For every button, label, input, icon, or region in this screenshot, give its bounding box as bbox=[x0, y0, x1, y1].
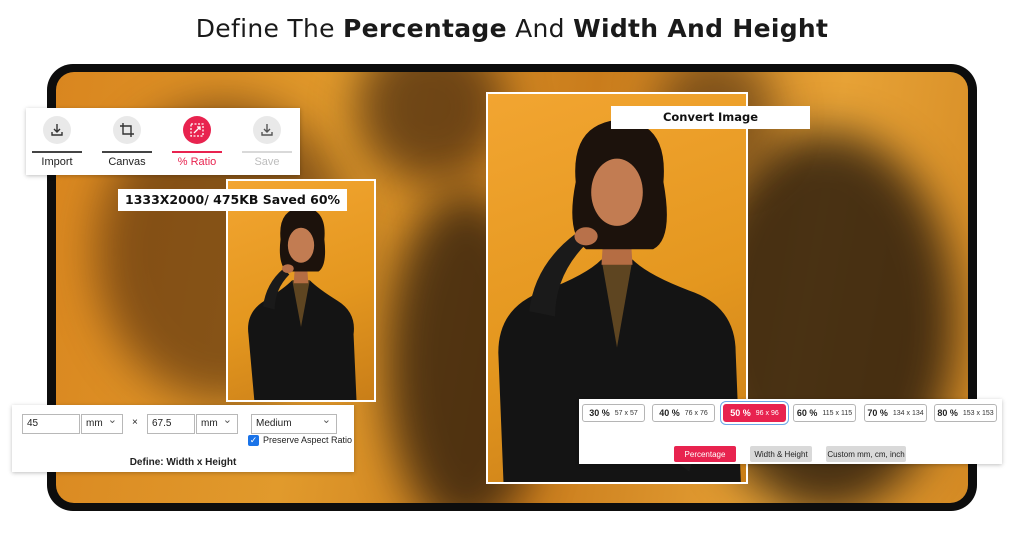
crop-icon bbox=[113, 116, 141, 144]
ratio-size: 76 x 76 bbox=[684, 409, 708, 417]
title-emphasis-width-height: Width And Height bbox=[573, 14, 829, 43]
ratio-size: 153 x 153 bbox=[962, 409, 994, 417]
height-unit-select[interactable]: mm bbox=[196, 413, 238, 434]
preserve-aspect-label: Preserve Aspect Ratio bbox=[263, 435, 353, 445]
ratio-option-70[interactable]: 70 % 134 x 134 bbox=[864, 404, 927, 422]
page-title: Define The Percentage And Width And Heig… bbox=[0, 14, 1024, 43]
preview-info-label: 1333X2000/ 475KB Saved 60% bbox=[118, 189, 348, 211]
width-unit-value: mm bbox=[86, 418, 103, 429]
ratio-option-40[interactable]: 40 % 76 x 76 bbox=[652, 404, 715, 422]
quality-select[interactable]: Medium bbox=[251, 413, 337, 434]
ratio-size: 96 x 96 bbox=[755, 409, 779, 417]
editor-toolbar: Import Canvas % Ratio Save bbox=[26, 108, 300, 175]
ratio-panel: 30 % 57 x 57 40 % 76 x 76 50 % 96 x 96 60 %… bbox=[579, 399, 1002, 464]
custom-units-mode-button[interactable]: Custom mm, cm, inch bbox=[826, 446, 906, 462]
ratio-tool-button[interactable]: % Ratio bbox=[172, 114, 222, 172]
height-unit-value: mm bbox=[201, 418, 218, 429]
save-tool-button[interactable]: Save bbox=[242, 114, 292, 172]
import-icon bbox=[43, 116, 71, 144]
ratio-size: 115 x 115 bbox=[822, 409, 853, 417]
ratio-option-60[interactable]: 60 % 115 x 115 bbox=[793, 404, 856, 422]
canvas-tool-button[interactable]: Canvas bbox=[102, 114, 152, 172]
ratio-label: % Ratio bbox=[172, 151, 222, 168]
import-tool-button[interactable]: Import bbox=[32, 114, 82, 172]
preview-image[interactable] bbox=[226, 179, 376, 402]
download-icon bbox=[253, 116, 281, 144]
resize-icon bbox=[183, 116, 211, 144]
save-label: Save bbox=[242, 151, 292, 168]
dimensions-footer: Define: Width x Height bbox=[129, 457, 237, 468]
backdrop-shadow bbox=[356, 72, 506, 182]
times-symbol: × bbox=[132, 417, 138, 428]
import-label: Import bbox=[32, 151, 82, 168]
preserve-aspect-checkbox[interactable]: ✓ bbox=[248, 435, 259, 446]
portrait-illustration bbox=[248, 207, 357, 400]
canvas-label: Canvas bbox=[102, 151, 152, 168]
width-input[interactable]: 45 bbox=[22, 414, 80, 434]
ratio-percent: 50 % bbox=[730, 408, 751, 418]
width-unit-select[interactable]: mm bbox=[81, 413, 123, 434]
ratio-percent: 80 % bbox=[937, 408, 958, 418]
quality-value: Medium bbox=[256, 418, 292, 429]
ratio-option-50[interactable]: 50 % 96 x 96 bbox=[720, 401, 789, 425]
ratio-size: 57 x 57 bbox=[614, 409, 638, 417]
ratio-percent: 40 % bbox=[659, 408, 680, 418]
title-part: And bbox=[506, 14, 574, 43]
ratio-percent: 70 % bbox=[867, 408, 888, 418]
ratio-percent: 30 % bbox=[589, 408, 610, 418]
ratio-percent: 60 % bbox=[796, 408, 818, 418]
title-part: Define The bbox=[195, 14, 344, 43]
dimensions-panel: 45 mm × 67.5 mm Medium ✓ Preserve Aspect… bbox=[12, 405, 354, 472]
ratio-size: 134 x 134 bbox=[892, 409, 924, 417]
height-input[interactable]: 67.5 bbox=[147, 414, 195, 434]
percentage-mode-button[interactable]: Percentage bbox=[674, 446, 736, 462]
ratio-option-30[interactable]: 30 % 57 x 57 bbox=[582, 404, 645, 422]
convert-image-title: Convert Image bbox=[611, 106, 810, 129]
width-height-mode-button[interactable]: Width & Height bbox=[750, 446, 812, 462]
title-emphasis-percentage: Percentage bbox=[343, 14, 507, 43]
ratio-option-80[interactable]: 80 % 153 x 153 bbox=[934, 404, 997, 422]
